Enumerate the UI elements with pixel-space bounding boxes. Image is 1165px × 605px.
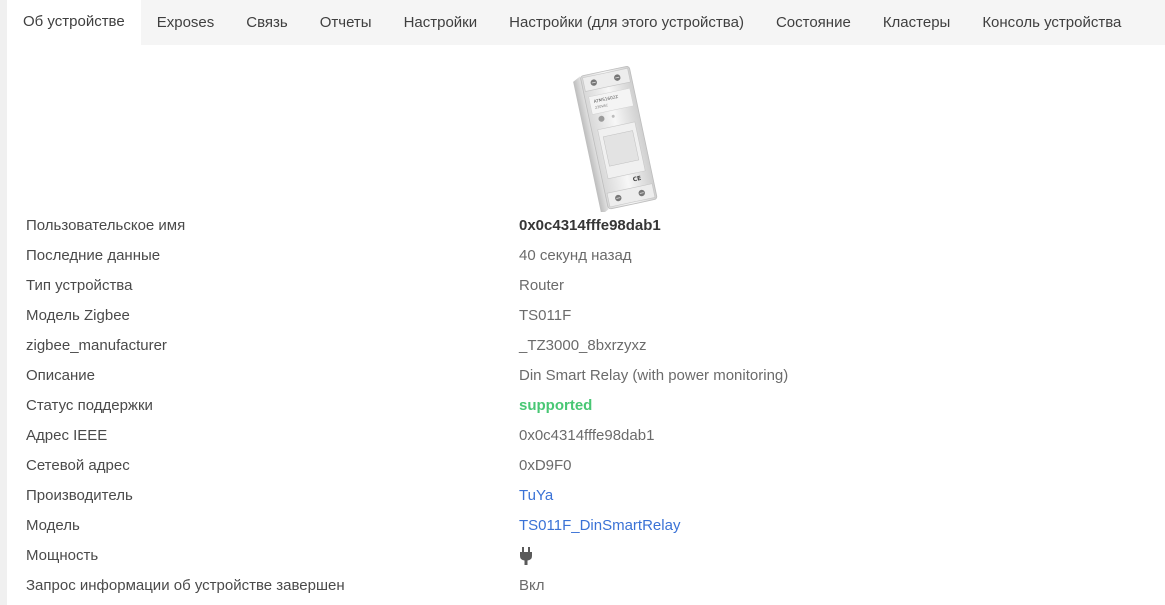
ieee-address-label: Адрес IEEE xyxy=(26,427,108,444)
zigbee-model-value: TS011F xyxy=(519,307,572,324)
power-value xyxy=(519,547,533,569)
tab-exposes[interactable]: Exposes xyxy=(141,0,231,45)
support-status-label: Статус поддержки xyxy=(26,397,153,414)
last-seen-label: Последние данные xyxy=(26,247,161,264)
tab-about[interactable]: Об устройстве xyxy=(7,0,141,45)
info-row-zigbee-model: Модель Zigbee TS011F xyxy=(26,301,1156,331)
info-row-ieee-address: Адрес IEEE 0x0c4314fffe98dab1 xyxy=(26,421,1156,451)
manufacturer-link[interactable]: TuYa xyxy=(519,487,553,504)
device-type-value: Router xyxy=(519,277,565,294)
tab-settings[interactable]: Настройки xyxy=(388,0,494,45)
device-page: Об устройстве Exposes Связь Отчеты Настр… xyxy=(7,0,1165,605)
description-label: Описание xyxy=(26,367,96,384)
interview-completed-value: Вкл xyxy=(519,577,545,594)
info-row-device-type: Тип устройства Router xyxy=(26,271,1156,301)
info-row-friendly-name: Пользовательское имя 0x0c4314fffe98dab1 xyxy=(26,211,1156,241)
info-row-model: Модель TS011F_DinSmartRelay xyxy=(26,511,1156,541)
network-address-label: Сетевой адрес xyxy=(26,457,130,474)
model-link[interactable]: TS011F_DinSmartRelay xyxy=(519,517,680,534)
zigbee-model-label: Модель Zigbee xyxy=(26,307,130,324)
info-row-interview-completed: Запрос информации об устройстве завершен… xyxy=(26,571,1156,601)
tab-state[interactable]: Состояние xyxy=(760,0,867,45)
manufacturer-label: Производитель xyxy=(26,487,133,504)
tab-dev-console[interactable]: Консоль устройства xyxy=(966,0,1137,45)
info-row-network-address: Сетевой адрес 0xD9F0 xyxy=(26,451,1156,481)
info-row-power: Мощность xyxy=(26,541,1156,571)
last-seen-value: 40 секунд назад xyxy=(519,247,632,264)
zigbee-manufacturer-value: _TZ3000_8bxrzyxz xyxy=(519,337,647,354)
power-label: Мощность xyxy=(26,547,99,564)
support-status-value: supported xyxy=(519,397,593,414)
plug-icon xyxy=(520,547,532,565)
info-row-zigbee-manufacturer: zigbee_manufacturer _TZ3000_8bxrzyxz xyxy=(26,331,1156,361)
friendly-name-label: Пользовательское имя xyxy=(26,217,186,234)
tab-settings-specific[interactable]: Настройки (для этого устройства) xyxy=(493,0,760,45)
device-type-label: Тип устройства xyxy=(26,277,133,294)
network-address-value: 0xD9F0 xyxy=(519,457,572,474)
ieee-address-value: 0x0c4314fffe98dab1 xyxy=(519,427,655,444)
tab-bar: Об устройстве Exposes Связь Отчеты Настр… xyxy=(7,0,1137,45)
model-label: Модель xyxy=(26,517,80,534)
info-row-last-seen: Последние данные 40 секунд назад xyxy=(26,241,1156,271)
tab-bind[interactable]: Связь xyxy=(230,0,303,45)
info-row-manufacturer: Производитель TuYa xyxy=(26,481,1156,511)
info-row-description: Описание Din Smart Relay (with power mon… xyxy=(26,361,1156,391)
device-info-table: Пользовательское имя 0x0c4314fffe98dab1 … xyxy=(26,211,1156,601)
description-value: Din Smart Relay (with power monitoring) xyxy=(519,367,789,384)
zigbee-manufacturer-label: zigbee_manufacturer xyxy=(26,337,167,354)
device-image: ATMS1602Z 230VAC CE xyxy=(573,66,658,212)
interview-completed-label: Запрос информации об устройстве завершен xyxy=(26,577,345,594)
tab-reporting[interactable]: Отчеты xyxy=(304,0,388,45)
tab-clusters[interactable]: Кластеры xyxy=(867,0,967,45)
info-row-support-status: Статус поддержки supported xyxy=(26,391,1156,421)
friendly-name-value: 0x0c4314fffe98dab1 xyxy=(519,217,661,234)
